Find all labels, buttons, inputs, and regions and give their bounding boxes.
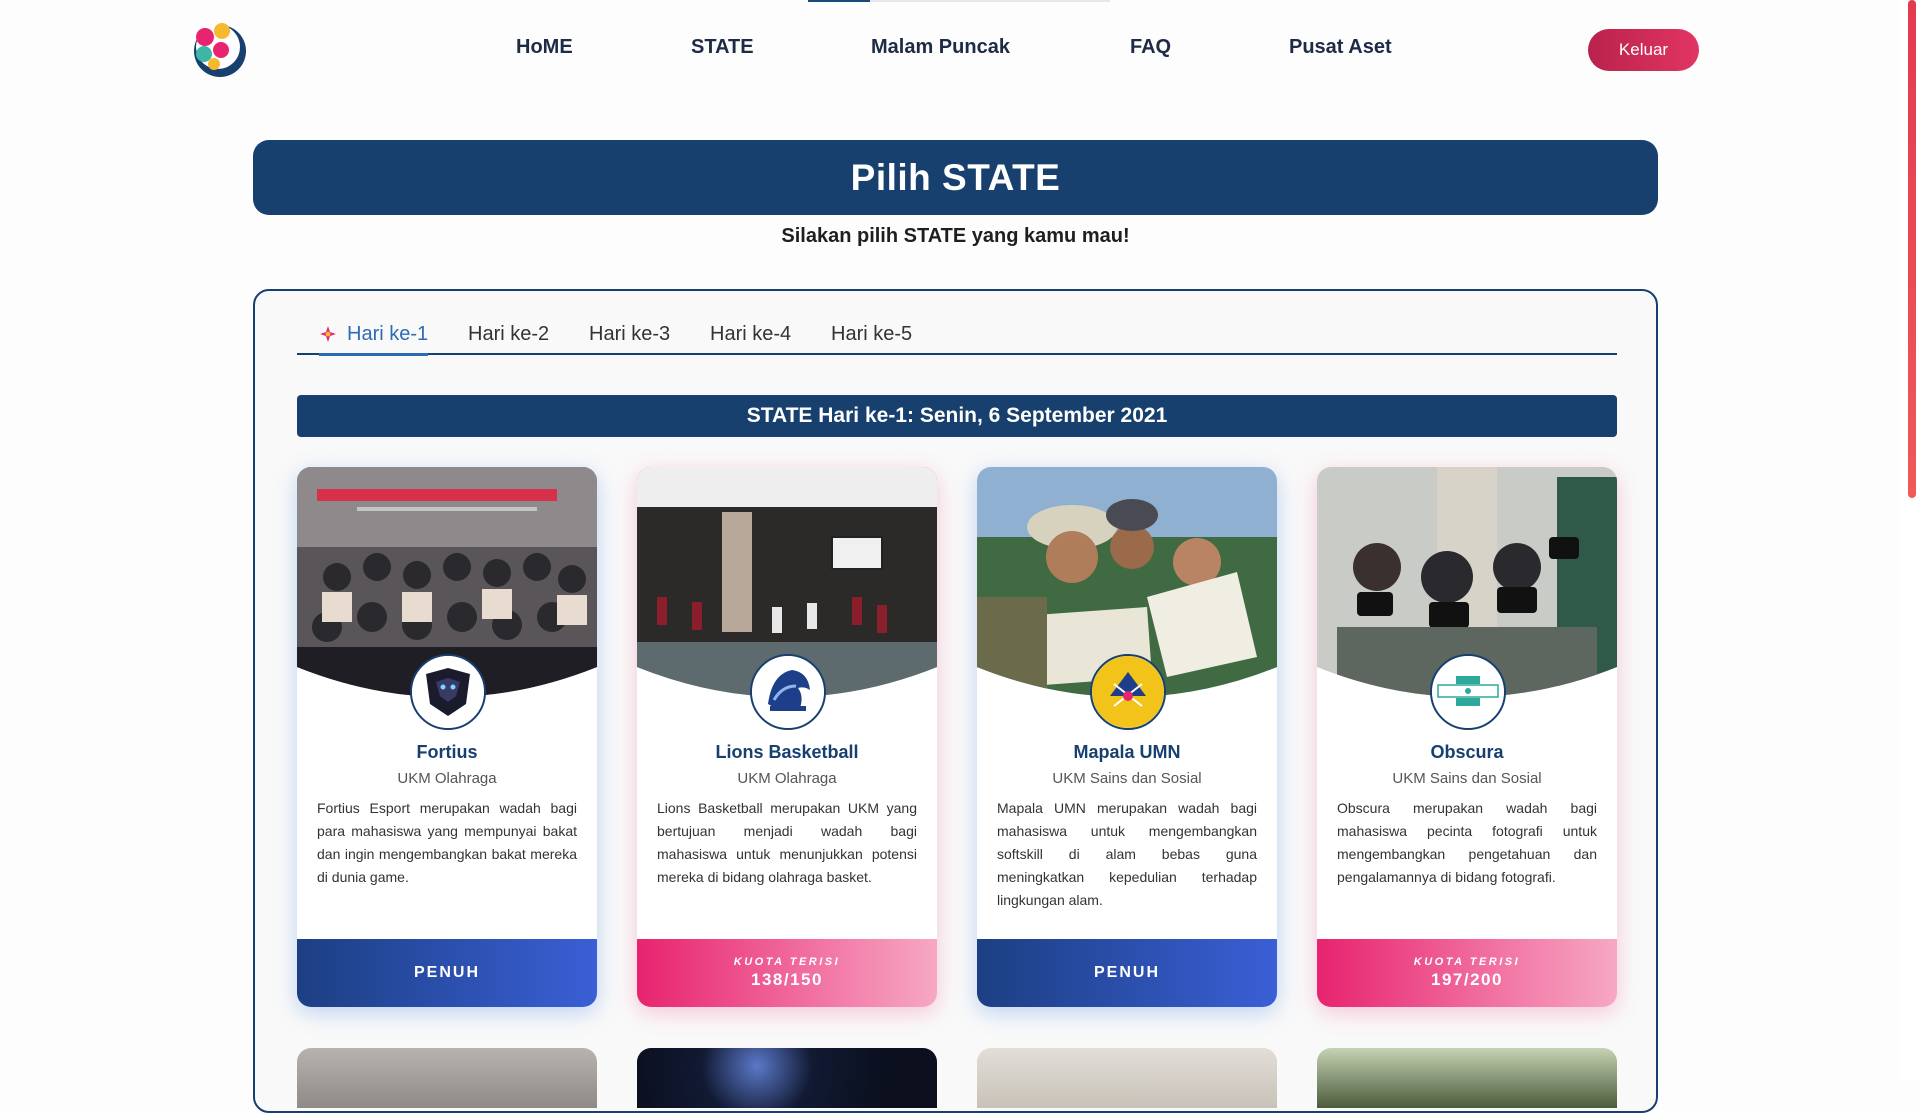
page-title: Pilih STATE xyxy=(850,156,1061,198)
ukm-name: Fortius xyxy=(416,742,478,762)
nav-home[interactable]: HoME xyxy=(516,36,573,59)
nav-active-indicator xyxy=(808,0,870,2)
ukm-card-peek[interactable] xyxy=(1317,1048,1617,1108)
sparkle-icon xyxy=(320,326,336,342)
ukm-logo xyxy=(750,654,826,730)
ukm-name: Mapala UMN xyxy=(1073,742,1181,762)
quota-status: KUOTA TERISI 197/200 xyxy=(1317,939,1617,1007)
ukm-card-obscura[interactable]: Obscura UKM Sains dan Sosial Obscura mer… xyxy=(1317,467,1617,1007)
ukm-logo xyxy=(1090,654,1166,730)
top-navbar: HoME STATE Malam Puncak FAQ Pusat Aset K… xyxy=(0,0,1900,100)
tab-label: Hari ke-3 xyxy=(589,322,671,345)
ukm-category: UKM Olahraga xyxy=(397,770,497,787)
tab-label: Hari ke-1 xyxy=(347,322,429,345)
mapala-logo-icon xyxy=(1092,656,1164,728)
quota-label: KUOTA TERISI xyxy=(1413,956,1521,968)
page-title-banner: Pilih STATE xyxy=(253,140,1658,215)
ukm-logo xyxy=(410,654,486,730)
tab-hari-4[interactable]: Hari ke-4 xyxy=(710,315,791,353)
ukm-category: UKM Olahraga xyxy=(737,770,837,787)
ukm-name: Lions Basketball xyxy=(715,742,859,762)
ukm-card-lions-basketball[interactable]: Lions Basketball UKM Olahraga Lions Bask… xyxy=(637,467,937,1007)
ukm-logo xyxy=(1430,654,1506,730)
tab-hari-1[interactable]: Hari ke-1 xyxy=(319,315,429,356)
tab-label: Hari ke-5 xyxy=(831,322,913,345)
ukm-description: Lions Basketball merupakan UKM yang bert… xyxy=(657,800,917,885)
quota-full-status: PENUH xyxy=(977,939,1277,1007)
tab-hari-2[interactable]: Hari ke-2 xyxy=(468,315,549,353)
ukm-description: Fortius Esport merupakan wadah bagi para… xyxy=(317,800,577,885)
ukm-description: Mapala UMN merupakan wadah bagi mahasisw… xyxy=(997,800,1257,908)
quota-value: 197/200 xyxy=(1431,970,1503,989)
ukm-category: UKM Sains dan Sosial xyxy=(1052,770,1202,787)
scrollbar-thumb[interactable] xyxy=(1908,0,1916,498)
lions-logo-icon xyxy=(752,656,824,728)
nav-pusat-aset[interactable]: Pusat Aset xyxy=(1289,36,1392,59)
ukm-category: UKM Sains dan Sosial xyxy=(1392,770,1542,787)
page-scrollbar[interactable] xyxy=(1900,0,1920,1080)
ukm-card-fortius[interactable]: Fortius UKM Olahraga Fortius Esport meru… xyxy=(297,467,597,1007)
nav-faq[interactable]: FAQ xyxy=(1130,36,1171,59)
tab-label: Hari ke-2 xyxy=(468,322,550,345)
ukm-card-peek[interactable] xyxy=(297,1048,597,1108)
tab-hari-3[interactable]: Hari ke-3 xyxy=(589,315,670,353)
quota-status: KUOTA TERISI 138/150 xyxy=(637,939,937,1007)
nav-state[interactable]: STATE xyxy=(691,36,754,59)
ukm-description: Obscura merupakan wadah bagi mahasiswa p… xyxy=(1337,800,1597,885)
ukm-name: Obscura xyxy=(1430,742,1504,762)
ukm-card-peek[interactable] xyxy=(977,1048,1277,1108)
nav-malam-puncak[interactable]: Malam Puncak xyxy=(871,36,1010,59)
tab-hari-5[interactable]: Hari ke-5 xyxy=(831,315,912,353)
tab-label: Hari ke-4 xyxy=(710,322,792,345)
day-tabs: Hari ke-1 Hari ke-2 Hari ke-3 Hari ke-4 … xyxy=(297,315,1617,356)
obscura-logo-icon xyxy=(1432,656,1504,728)
status-label: PENUH xyxy=(413,964,480,981)
logout-button[interactable]: Keluar xyxy=(1588,29,1699,71)
day-heading: STATE Hari ke-1: Senin, 6 September 2021 xyxy=(297,395,1617,437)
status-label: PENUH xyxy=(1093,964,1160,981)
quota-full-status: PENUH xyxy=(297,939,597,1007)
fortius-logo-icon xyxy=(412,656,484,728)
page-subtitle: Silakan pilih STATE yang kamu mau! xyxy=(781,225,1130,247)
quota-value: 138/150 xyxy=(751,970,823,989)
ukm-card-peek[interactable] xyxy=(637,1048,937,1108)
state-panel: Hari ke-1 Hari ke-2 Hari ke-3 Hari ke-4 … xyxy=(253,289,1658,1113)
quota-label: KUOTA TERISI xyxy=(733,956,841,968)
ukm-card-mapala-umn[interactable]: Mapala UMN UKM Sains dan Sosial Mapala U… xyxy=(977,467,1277,1007)
